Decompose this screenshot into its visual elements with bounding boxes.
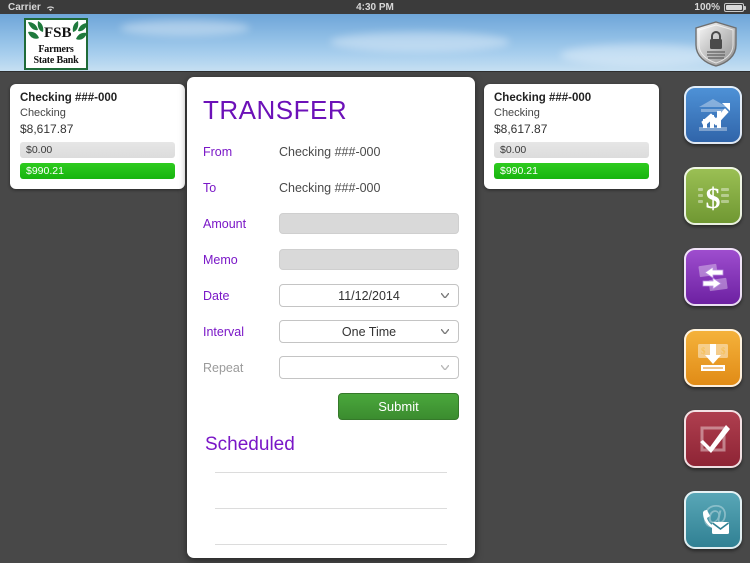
account-card[interactable]: Checking ###-000 Checking $8,617.87 $0.0…	[484, 84, 659, 189]
app-header: FSB Farmers State Bank	[0, 14, 750, 72]
cloud-decoration	[120, 20, 250, 36]
deposit-download-icon: $ $	[698, 344, 728, 371]
shield-lock-icon[interactable]	[694, 21, 738, 67]
payments-button[interactable]: $	[684, 167, 742, 225]
battery-icon	[724, 2, 746, 12]
phone-envelope-at-icon: @	[702, 500, 729, 534]
account-available-bar: $990.21	[20, 163, 175, 179]
account-balance: $8,617.87	[20, 122, 74, 136]
svg-text:$: $	[721, 346, 726, 356]
svg-text:$: $	[701, 346, 706, 356]
status-bar: Carrier 4:30 PM 100%	[0, 0, 750, 14]
scheduled-row-divider	[215, 544, 447, 545]
interval-row: Interval One Time	[203, 318, 459, 345]
account-balance: $8,617.87	[494, 122, 548, 136]
account-card[interactable]: Checking ###-000 Checking $8,617.87 $0.0…	[10, 84, 185, 189]
battery-percent-label: 100%	[694, 1, 720, 13]
farmers-state-bank-logo[interactable]: FSB Farmers State Bank	[24, 18, 88, 70]
interval-select[interactable]: One Time	[279, 320, 459, 343]
account-pending-bar: $0.00	[494, 142, 649, 158]
repeat-label: Repeat	[203, 360, 244, 375]
repeat-row: Repeat	[203, 354, 459, 381]
transfers-button[interactable]	[684, 248, 742, 306]
deposit-button[interactable]: $ $	[684, 329, 742, 387]
date-select[interactable]: 11/12/2014	[279, 284, 459, 307]
logo-text: Farmers State Bank	[33, 44, 79, 66]
submit-row: Submit	[203, 393, 459, 420]
account-type: Checking	[20, 107, 66, 119]
interval-select-value: One Time	[341, 324, 397, 339]
checkmark-box-icon	[700, 425, 730, 453]
svg-text:FSB: FSB	[44, 25, 72, 41]
scheduled-heading: Scheduled	[205, 434, 295, 455]
date-label: Date	[203, 288, 230, 303]
dollar-sign-icon: $	[698, 182, 729, 215]
contact-button[interactable]: @	[684, 491, 742, 549]
scheduled-row-divider	[215, 508, 447, 509]
chevron-down-icon	[441, 364, 449, 370]
from-value[interactable]: Checking ###-000	[279, 145, 380, 159]
amount-label: Amount	[203, 216, 247, 231]
date-row: Date 11/12/2014	[203, 282, 459, 309]
interval-label: Interval	[203, 324, 244, 339]
modal-title: TRANSFER	[203, 95, 348, 125]
bank-chart-arrow-icon	[699, 99, 730, 131]
amount-row: Amount	[203, 210, 459, 237]
memo-label: Memo	[203, 252, 238, 267]
status-bar-time: 4:30 PM	[356, 1, 394, 13]
account-title: Checking ###-000	[494, 92, 592, 104]
vine-leaves-icon: FSB	[28, 21, 86, 41]
from-label: From	[203, 144, 233, 159]
checks-button[interactable]	[684, 410, 742, 468]
accounts-button[interactable]	[684, 86, 742, 144]
to-label: To	[203, 180, 217, 195]
transfer-arrows-icon	[698, 263, 728, 292]
memo-input[interactable]	[279, 249, 459, 270]
account-title: Checking ###-000	[20, 92, 118, 104]
account-type: Checking	[494, 107, 540, 119]
from-row: From Checking ###-000	[203, 138, 459, 165]
chevron-down-icon	[441, 328, 449, 334]
to-value[interactable]: Checking ###-000	[279, 181, 380, 195]
cloud-decoration	[330, 32, 510, 52]
submit-button[interactable]: Submit	[338, 393, 459, 420]
date-select-value: 11/12/2014	[338, 288, 400, 303]
transfer-modal: TRANSFER From Checking ###-000 To Checki…	[187, 77, 475, 558]
chevron-down-icon	[441, 292, 449, 298]
repeat-select[interactable]	[279, 356, 459, 379]
icon-rail: $ $ $ @	[670, 72, 750, 563]
status-bar-right: 100%	[694, 1, 746, 13]
svg-text:$: $	[706, 182, 721, 215]
scheduled-row-divider	[215, 472, 447, 473]
account-pending-bar: $0.00	[20, 142, 175, 158]
page-body: Checking ###-000 Checking $8,617.87 $0.0…	[0, 72, 750, 563]
account-available-bar: $990.21	[494, 163, 649, 179]
memo-row: Memo	[203, 246, 459, 273]
amount-input[interactable]	[279, 213, 459, 234]
to-row: To Checking ###-000	[203, 174, 459, 201]
